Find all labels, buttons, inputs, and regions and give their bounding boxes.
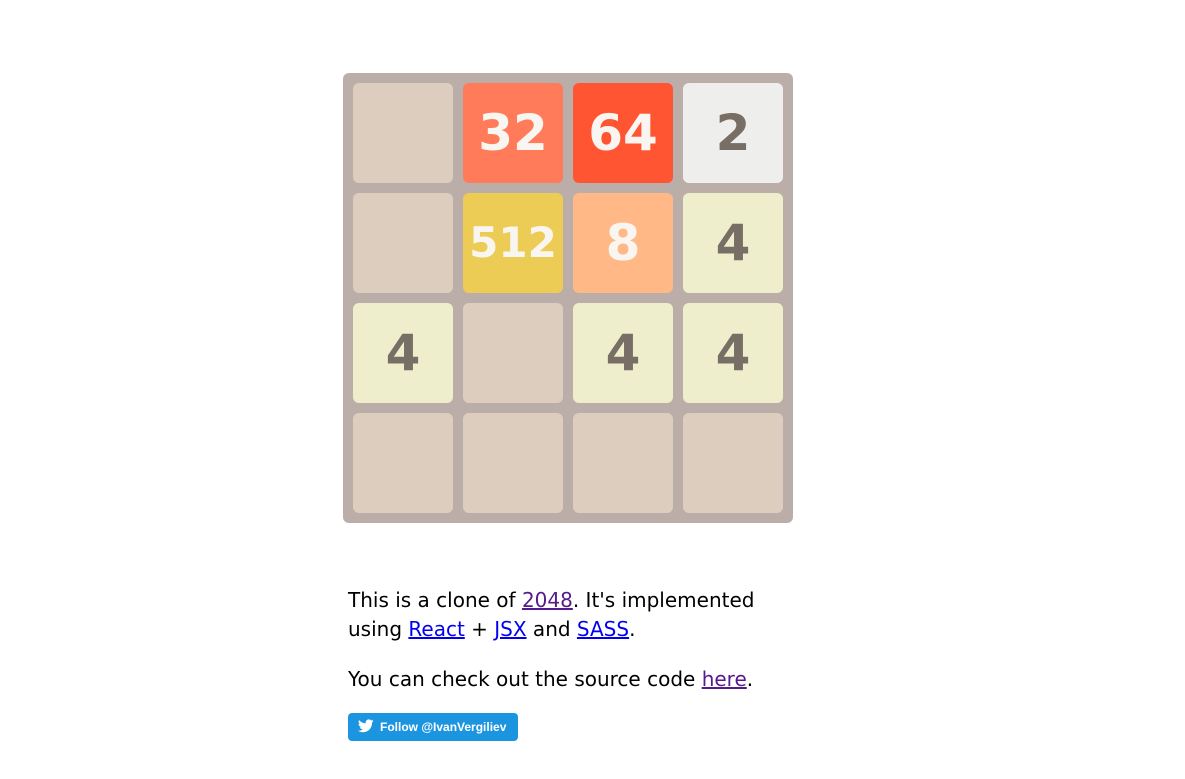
link-2048[interactable]: 2048 bbox=[522, 588, 573, 612]
empty-cell bbox=[463, 303, 563, 403]
link-sass[interactable]: SASS bbox=[577, 617, 629, 641]
twitter-bird-icon bbox=[357, 718, 380, 736]
empty-cell bbox=[353, 413, 453, 513]
empty-cell bbox=[463, 413, 563, 513]
link-source-code[interactable]: here bbox=[702, 667, 747, 691]
tile-4: 4 bbox=[683, 303, 783, 403]
link-jsx[interactable]: JSX bbox=[494, 617, 526, 641]
empty-cell bbox=[353, 83, 453, 183]
tile-4: 4 bbox=[353, 303, 453, 403]
tile-4: 4 bbox=[683, 193, 783, 293]
empty-cell bbox=[573, 413, 673, 513]
tile-512: 512 bbox=[463, 193, 563, 293]
tile-2: 2 bbox=[683, 83, 783, 183]
empty-cell bbox=[683, 413, 783, 513]
tile-32: 32 bbox=[463, 83, 563, 183]
info-paragraph-source: You can check out the source code here. bbox=[348, 667, 754, 691]
info-text: This is a clone of 2048. It's implemente… bbox=[348, 586, 768, 694]
game-board: 32 64 2 512 8 4 4 4 4 bbox=[343, 73, 793, 523]
twitter-follow-button[interactable]: Follow @IvanVergiliev bbox=[348, 713, 518, 741]
tile-4: 4 bbox=[573, 303, 673, 403]
tile-8: 8 bbox=[573, 193, 673, 293]
link-react[interactable]: React bbox=[408, 617, 464, 641]
tile-64: 64 bbox=[573, 83, 673, 183]
follow-button-label: Follow @IvanVergiliev bbox=[380, 720, 507, 734]
empty-cell bbox=[353, 193, 453, 293]
info-paragraph-implementation: This is a clone of 2048. It's implemente… bbox=[348, 588, 755, 641]
